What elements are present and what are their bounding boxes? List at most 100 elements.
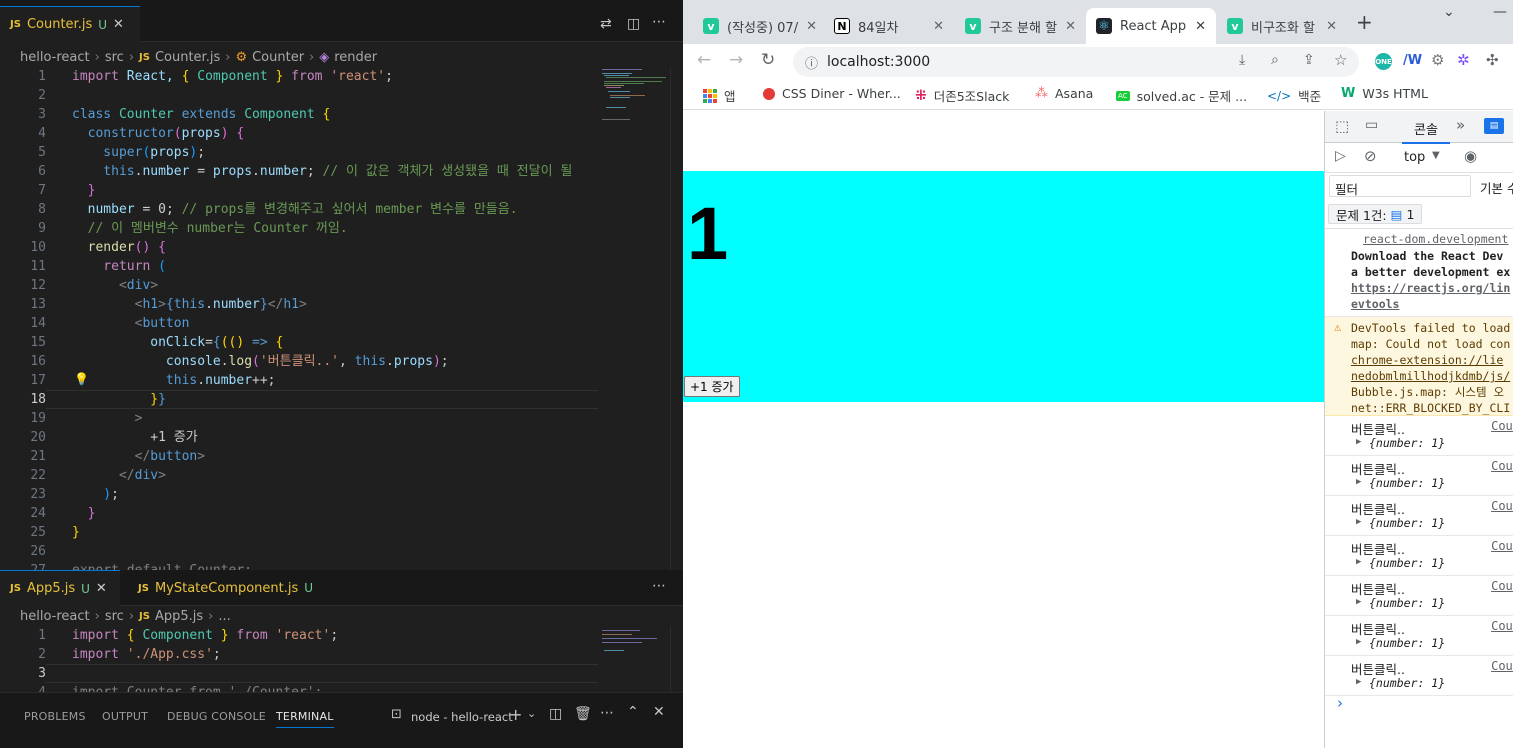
share-icon[interactable]: ⇪ bbox=[1303, 52, 1315, 68]
tab-problems[interactable]: PROBLEMS bbox=[24, 710, 86, 723]
device-toolbar-icon[interactable]: ▭ bbox=[1365, 117, 1378, 133]
address-bar[interactable]: ⓘ localhost:3000 ⤓ ⌕ ⇪ ☆ bbox=[793, 47, 1359, 77]
log-source-link[interactable]: Cour bbox=[1491, 539, 1513, 553]
more-actions-icon[interactable]: ⋯ bbox=[600, 705, 614, 721]
bookmark-css-diner[interactable]: CSS Diner - Wher... bbox=[763, 86, 901, 101]
tab-mystatecomponent-js[interactable]: JS MyStateComponent.js U bbox=[128, 570, 323, 606]
breadcrumb-item[interactable]: Counter.js bbox=[155, 50, 220, 65]
expand-arrow-icon[interactable]: ▶ bbox=[1356, 557, 1361, 567]
vertical-scrollbar[interactable] bbox=[670, 626, 683, 692]
info-icon[interactable]: ⓘ bbox=[805, 53, 818, 72]
sidebar-toggle-icon[interactable]: ▷ bbox=[1335, 148, 1346, 164]
expand-arrow-icon[interactable]: ▶ bbox=[1356, 597, 1361, 607]
more-actions-icon[interactable]: ⋯ bbox=[652, 14, 666, 30]
log-source-link[interactable]: Cour bbox=[1491, 499, 1513, 513]
new-tab-icon[interactable]: + bbox=[1356, 10, 1373, 34]
tab-search-icon[interactable]: ⌄ bbox=[1443, 4, 1455, 20]
code-editor-counter[interactable]: 1 import React, { Component } from 'react… bbox=[0, 67, 598, 570]
message-link[interactable]: evtools bbox=[1351, 296, 1510, 312]
expand-arrow-icon[interactable]: ▶ bbox=[1356, 477, 1361, 487]
log-levels-dropdown[interactable]: 기본 수 bbox=[1480, 178, 1513, 197]
vertical-scrollbar[interactable] bbox=[670, 67, 683, 570]
tab-app5-js[interactable]: JS App5.js U ✕ bbox=[0, 570, 120, 606]
close-icon[interactable]: ✕ bbox=[96, 581, 107, 596]
console-prompt[interactable]: › bbox=[1337, 694, 1343, 712]
close-panel-icon[interactable]: ✕ bbox=[653, 704, 665, 720]
breadcrumb-item[interactable]: render bbox=[334, 50, 377, 65]
breadcrumb-item[interactable]: src bbox=[105, 50, 124, 65]
maximize-panel-icon[interactable]: ⌃ bbox=[627, 704, 639, 720]
bookmark-star-icon[interactable]: ☆ bbox=[1334, 51, 1347, 69]
bookmark-apps[interactable]: 앱 bbox=[703, 86, 736, 105]
browser-tab-active[interactable]: ⚛ React App ✕ bbox=[1086, 8, 1216, 44]
tab-debug-console[interactable]: DEBUG CONSOLE bbox=[167, 710, 266, 723]
bookmark-asana[interactable]: ⁂ Asana bbox=[1035, 86, 1093, 101]
more-actions-icon[interactable]: ⋯ bbox=[652, 578, 666, 594]
split-editor-icon[interactable]: ◫ bbox=[627, 16, 640, 32]
tab-terminal[interactable]: TERMINAL bbox=[276, 710, 334, 728]
new-terminal-icon[interactable]: + bbox=[509, 705, 522, 724]
install-icon[interactable]: ⤓ bbox=[1239, 52, 1245, 68]
close-icon[interactable]: ✕ bbox=[1065, 19, 1076, 34]
extension-gear-icon[interactable]: ⚙ bbox=[1431, 51, 1444, 69]
close-icon[interactable]: ✕ bbox=[113, 17, 124, 32]
minimap[interactable] bbox=[598, 67, 670, 570]
log-object[interactable]: {number: 1} bbox=[1369, 436, 1445, 450]
expand-arrow-icon[interactable]: ▶ bbox=[1356, 677, 1361, 687]
inspect-element-icon[interactable]: ⬚ bbox=[1335, 117, 1349, 135]
open-changes-icon[interactable]: ⇄ bbox=[600, 16, 612, 32]
message-link[interactable]: nedobmlmillhodjkdmb/js/ bbox=[1351, 368, 1510, 384]
bookmark-baekjoon[interactable]: </> 백준 bbox=[1267, 86, 1321, 105]
extensions-puzzle-icon[interactable]: ✣ bbox=[1486, 51, 1499, 69]
log-object[interactable]: {number: 1} bbox=[1369, 476, 1445, 490]
log-source-link[interactable]: Cour bbox=[1491, 619, 1513, 633]
trash-icon[interactable]: 🗑 bbox=[574, 706, 592, 722]
message-link[interactable]: chrome-extension://lie bbox=[1351, 352, 1510, 368]
tab-output[interactable]: OUTPUT bbox=[102, 710, 148, 723]
minimize-icon[interactable]: — bbox=[1493, 4, 1507, 20]
tab-console[interactable]: 콘솔 bbox=[1402, 119, 1450, 144]
browser-tab[interactable]: v 비구조화 할 ✕ bbox=[1217, 8, 1347, 44]
breadcrumb-item[interactable]: Counter bbox=[252, 50, 304, 65]
url-text[interactable]: localhost:3000 bbox=[827, 54, 930, 70]
log-object[interactable]: {number: 1} bbox=[1369, 636, 1445, 650]
breadcrumb-item[interactable]: ... bbox=[218, 609, 230, 624]
zoom-icon[interactable]: ⌕ bbox=[1271, 52, 1279, 68]
log-object[interactable]: {number: 1} bbox=[1369, 556, 1445, 570]
lightbulb-icon[interactable]: 💡 bbox=[74, 372, 89, 386]
issues-button[interactable]: 문제 1건: ▤ 1 bbox=[1328, 204, 1423, 224]
expand-arrow-icon[interactable]: ▶ bbox=[1356, 637, 1361, 647]
context-selector[interactable]: top bbox=[1404, 150, 1425, 165]
browser-tab[interactable]: v 구조 분해 할 ✕ bbox=[955, 8, 1085, 44]
tab-counter-js[interactable]: JS Counter.js U ✕ bbox=[0, 6, 140, 42]
bookmark-w3schools[interactable]: W W3s HTML bbox=[1341, 86, 1428, 101]
bookmark-solvedac[interactable]: AC solved.ac - 문제 ... bbox=[1116, 86, 1247, 105]
browser-tab[interactable]: N 84일차 ✕ bbox=[824, 8, 954, 44]
caret-down-icon[interactable]: ▼ bbox=[1432, 150, 1440, 161]
message-link[interactable]: https://reactjs.org/lin bbox=[1351, 280, 1510, 296]
log-source-link[interactable]: Cour bbox=[1491, 659, 1513, 673]
minimap[interactable] bbox=[598, 626, 670, 692]
log-source-link[interactable]: Cour bbox=[1491, 419, 1513, 433]
breadcrumb-item[interactable]: src bbox=[105, 609, 124, 624]
log-source-link[interactable]: Cour bbox=[1491, 579, 1513, 593]
bookmark-slack[interactable]: ⁜ 더존5조Slack bbox=[915, 86, 1009, 105]
breadcrumb-item[interactable]: App5.js bbox=[155, 609, 203, 624]
message-source-link[interactable]: react-dom.development bbox=[1363, 232, 1508, 246]
clear-console-icon[interactable]: ⊘ bbox=[1364, 147, 1377, 165]
browser-tab[interactable]: v (작성중) 07/ ✕ bbox=[693, 8, 823, 44]
eye-icon[interactable]: ◉ bbox=[1464, 147, 1477, 165]
increment-button[interactable]: +1 증가 bbox=[684, 376, 740, 397]
extension-w-icon[interactable]: /W bbox=[1403, 53, 1422, 68]
expand-arrow-icon[interactable]: ▶ bbox=[1356, 437, 1361, 447]
extension-one-icon[interactable]: ONE bbox=[1375, 53, 1392, 70]
log-object[interactable]: {number: 1} bbox=[1369, 596, 1445, 610]
breadcrumb-item[interactable]: hello-react bbox=[20, 609, 90, 624]
close-icon[interactable]: ✕ bbox=[933, 19, 944, 34]
close-icon[interactable]: ✕ bbox=[806, 19, 817, 34]
log-source-link[interactable]: Cour bbox=[1491, 459, 1513, 473]
close-icon[interactable]: ✕ bbox=[1195, 19, 1206, 34]
log-object[interactable]: {number: 1} bbox=[1369, 516, 1445, 530]
close-icon[interactable]: ✕ bbox=[1326, 19, 1337, 34]
breadcrumb-item[interactable]: hello-react bbox=[20, 50, 90, 65]
